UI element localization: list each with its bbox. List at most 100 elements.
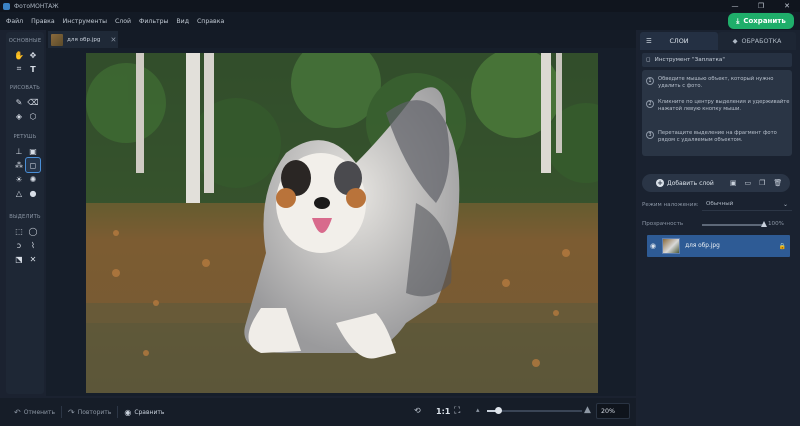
magic-wand-icon[interactable]: ✕ [26,252,40,266]
fit-screen-button[interactable]: ⟲ [414,406,424,415]
document-tab-strip: для обр.jpg ✕ [46,30,636,48]
document-tab[interactable]: для обр.jpg ✕ [48,31,118,48]
dodge-icon[interactable]: ☀ [12,172,26,186]
duplicate-icon[interactable]: ❐ [759,179,765,187]
patch-icon[interactable]: ▣ [26,144,40,158]
zoom-value: 20% [601,407,615,415]
lasso-icon[interactable]: ↄ [12,238,26,252]
close-window-button[interactable]: ✕ [774,0,800,12]
tool-header: ◻ Инструмент "Заплатка" [642,53,792,67]
transform-icon[interactable]: ⬔ [12,252,26,266]
opacity-label: Прозрачность [642,221,684,227]
redo-label: Повторить [77,408,112,416]
rotate-icon: ⟲ [414,406,421,415]
processing-icon: ◆ [732,37,738,45]
delete-icon[interactable]: 🗑 [773,179,782,187]
canvas-area[interactable] [46,48,636,396]
tab-layers-label: СЛОИ [669,37,689,45]
stamp-icon[interactable]: ⊥ [12,144,26,158]
fill-icon[interactable]: ◈ [12,109,26,123]
close-tab-icon[interactable]: ✕ [110,36,116,44]
basic-tools: ✋ ✥ ⌗ T [12,48,40,76]
blur-icon[interactable]: ● [26,186,40,200]
photo-canvas[interactable] [86,53,598,393]
tab-processing-label: ОБРАБОТКА [741,37,782,45]
layers-toolbar: + Добавить слой ▣ ▭ ❐ 🗑 [642,174,790,192]
app-title: ФотоМОНТАЖ [14,2,59,10]
instruction-step: 3 Перетащите выделение на фрагмент фото … [646,130,790,144]
layer-thumbnail [662,238,681,254]
poly-lasso-icon[interactable]: ⌇ [26,238,40,252]
patch-active-icon[interactable]: ◻ [25,157,41,173]
burn-icon[interactable]: ✺ [26,172,40,186]
blend-mode-value: Обычный [706,201,734,207]
tab-layers[interactable]: ☰ СЛОИ [640,32,718,50]
text-icon[interactable]: T [26,62,40,76]
zoom-out-icon[interactable]: ▴ [476,406,480,414]
redo-button[interactable]: ↷ Повторить [68,408,111,417]
rect-select-icon[interactable]: ⬚ [12,224,26,238]
save-button-label: Сохранить [743,17,786,25]
fit-window-icon[interactable]: ⛶ [454,406,460,416]
crop-icon[interactable]: ⌗ [12,62,26,76]
menu-tools[interactable]: Инструменты [63,18,107,25]
menu-help[interactable]: Справка [197,18,224,25]
move-icon[interactable]: ✥ [26,48,40,62]
step-text: Обведите мышью объект, который нужно уда… [658,76,774,89]
redo-icon: ↷ [68,407,75,417]
tool-header-label: Инструмент "Заплатка" [654,57,725,63]
menu-layer[interactable]: Слой [115,18,131,25]
menu-view[interactable]: Вид [176,18,189,25]
step-text: Кликните по центру выделения и удерживай… [658,99,790,112]
section-basic-label: ОСНОВНЫЕ [8,38,42,44]
shapes-icon[interactable]: ⬡ [26,109,40,123]
select-tools: ⬚ ◯ ↄ ⌇ ⬔ ✕ [12,224,40,266]
step-number: 1 [646,77,654,85]
zoom-slider[interactable] [487,407,582,414]
divider [117,406,119,418]
folder-icon[interactable]: ▭ [744,179,751,187]
lock-icon[interactable]: 🔒 [779,243,786,250]
ellipse-select-icon[interactable]: ◯ [26,224,40,238]
instruction-step: 1 Обведите мышью объект, который нужно у… [646,76,790,90]
add-layer-button[interactable]: + Добавить слой [656,179,714,187]
step-number: 2 [646,100,654,108]
draw-tools: ✎ ⌫ ◈ ⬡ [12,95,40,123]
visibility-eye-icon[interactable]: ◉ [650,242,656,250]
photo-image [86,53,598,393]
blend-mode-row: Режим наложения: Обычный ⌄ [642,198,792,212]
opacity-row: Прозрачность 100% [642,218,790,230]
zoom-slider-knob[interactable] [495,407,503,414]
title-bar: ФотоМОНТАЖ — ❐ ✕ [0,0,800,12]
undo-icon: ↶ [14,407,21,417]
minimize-button[interactable]: — [722,0,748,12]
save-button[interactable]: ⤓ Сохранить [728,13,794,29]
eraser-icon[interactable]: ⌫ [26,95,40,109]
maximize-button[interactable]: ❐ [748,0,774,12]
opacity-slider-knob[interactable] [761,221,767,227]
plus-icon: + [656,179,664,187]
undo-button[interactable]: ↶ Отменить [14,408,55,417]
hand-icon[interactable]: ✋ [12,48,26,62]
menu-file[interactable]: Файл [6,18,23,25]
blend-mode-select[interactable]: Обычный ⌄ [702,198,792,211]
tab-processing[interactable]: ◆ ОБРАБОТКА [718,32,796,50]
zoom-input[interactable]: 20% [596,403,630,419]
sharpen-icon[interactable]: △ [12,186,26,200]
right-panel: ☰ СЛОИ ◆ ОБРАБОТКА ◻ Инструмент "Заплатк… [638,30,800,426]
section-retouch-label: РЕТУШЬ [13,134,37,140]
zoom-one-button[interactable]: 1:1 [436,407,450,416]
opacity-slider[interactable] [702,221,767,227]
compare-label: Сравнить [134,408,165,416]
zoom-in-icon[interactable]: ▲ [584,405,591,415]
menu-filters[interactable]: Фильтры [139,18,168,25]
brush-icon[interactable]: ✎ [12,95,26,109]
menu-edit[interactable]: Правка [31,18,55,25]
opacity-value: 100% [768,221,784,227]
layer-row[interactable]: ◉ для обр.jpg 🔒 [647,235,790,257]
compare-button[interactable]: ◉ Сравнить [124,408,164,417]
panel-tabs: ☰ СЛОИ ◆ ОБРАБОТКА [640,32,796,50]
image-layer-icon[interactable]: ▣ [730,179,737,187]
healing-icon[interactable]: ⁂ [12,158,26,172]
menu-bar: Файл Правка Инструменты Слой Фильтры Вид… [0,12,800,30]
